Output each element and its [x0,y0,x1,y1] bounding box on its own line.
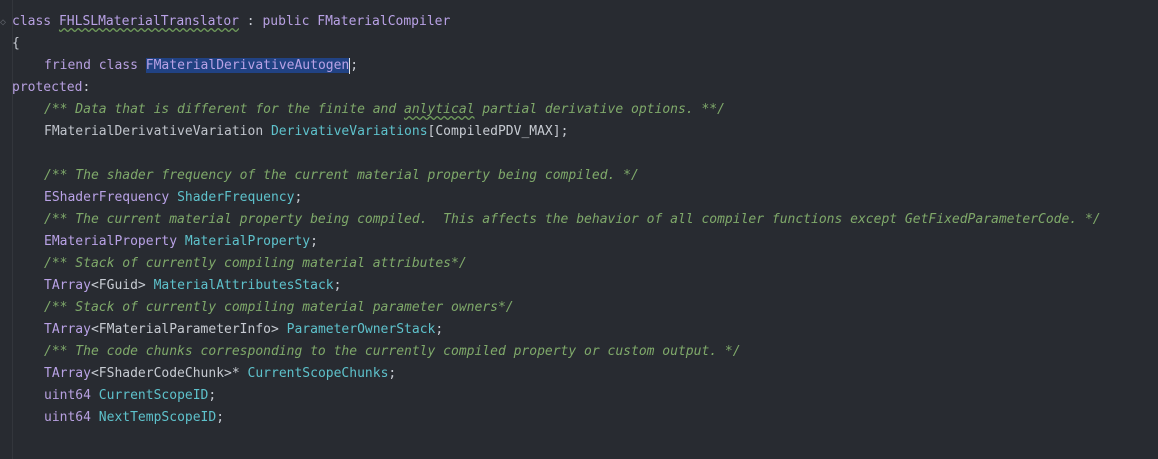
code-line-16[interactable]: /** The code chunks corresponding to the… [0,341,741,363]
code-token: ParameterOwnerStack [286,322,436,337]
code-editor[interactable]: ◇ class FHLSLMaterialTranslator : public… [0,0,1158,459]
code-token: TArray [44,366,91,381]
code-line-18[interactable]: uint64 CurrentScopeID; [0,385,216,407]
code-token: class [98,58,146,73]
code-token: ; [216,410,225,425]
code-token: [CompiledPDV_MAX]; [427,124,569,139]
code-token: FMaterialDerivativeVariation [44,124,271,139]
code-line-20[interactable] [0,429,44,451]
code-token: class [12,14,59,29]
code-token: : [238,14,263,29]
code-line-8[interactable]: /** The shader frequency of the current … [0,165,639,187]
code-token: MaterialProperty [184,234,311,249]
code-line-1[interactable]: class FHLSLMaterialTranslator : public F… [0,11,450,33]
code-token: <FMaterialParameterInfo> [90,322,287,337]
code-line-15[interactable]: TArray<FMaterialParameterInfo> Parameter… [0,319,443,341]
code-token: /** Stack of currently compiling materia… [44,256,467,271]
code-token: FHLSLMaterialTranslator [58,14,239,29]
code-token: ; [333,278,342,293]
code-line-4[interactable]: protected: [0,77,90,99]
code-line-3[interactable]: friend class FMaterialDerivativeAutogen; [0,55,358,77]
code-token: MaterialAttributesStack [153,278,334,293]
code-token: { [12,36,20,51]
code-line-13[interactable]: TArray<FGuid> MaterialAttributesStack; [0,275,341,297]
code-line-11[interactable]: EMaterialProperty MaterialProperty; [0,231,318,253]
code-token: CurrentScopeChunks [247,366,389,381]
code-token: anlytical [404,102,475,117]
code-token: DerivativeVariations [270,124,428,139]
code-token: EShaderFrequency [44,190,178,205]
code-line-19[interactable]: uint64 NextTempScopeID; [0,407,224,429]
code-token: public [262,14,318,29]
code-line-7[interactable] [0,143,44,165]
code-line-2[interactable]: { [0,33,20,55]
code-token: ; [350,58,359,73]
code-token: /** The code chunks corresponding to the… [44,344,741,359]
code-token: uint64 [44,388,99,403]
code-line-9[interactable]: EShaderFrequency ShaderFrequency; [0,187,302,209]
code-token: <FGuid> [90,278,154,293]
code-token: ShaderFrequency [177,190,295,205]
code-token: /** The shader frequency of the current … [44,168,639,183]
code-line-17[interactable]: TArray<FShaderCodeChunk>* CurrentScopeCh… [0,363,396,385]
code-token: TArray [44,322,91,337]
code-token: ; [294,190,303,205]
code-token: uint64 [44,410,99,425]
code-token: partial derivative options. **/ [474,102,725,117]
code-token: friend [44,58,99,73]
code-token: TArray [44,278,91,293]
code-token: /** Stack of currently compiling materia… [44,300,514,315]
code-line-10[interactable]: /** The current material property being … [0,209,1101,231]
code-token: ; [435,322,444,337]
code-line-14[interactable]: /** Stack of currently compiling materia… [0,297,514,319]
code-token: /** The current material property being … [44,212,1101,227]
code-token: CurrentScopeID [98,388,209,403]
code-token: ; [310,234,318,249]
code-line-5[interactable]: /** Data that is different for the finit… [0,99,725,121]
code-token: FMaterialCompiler [317,14,451,29]
code-token: ; [388,366,397,381]
code-token: protected [12,80,83,95]
code-token: EMaterialProperty [44,234,185,249]
code-token: ; [208,388,217,403]
code-line-6[interactable]: FMaterialDerivativeVariation DerivativeV… [0,121,568,143]
code-token: /** Data that is different for the finit… [44,102,405,117]
code-token: : [82,80,91,95]
code-line-12[interactable]: /** Stack of currently compiling materia… [0,253,467,275]
code-token: FMaterialDerivativeAutogen [145,58,350,73]
code-token: NextTempScopeID [98,410,217,425]
code-token: <FShaderCodeChunk>* [90,366,248,381]
